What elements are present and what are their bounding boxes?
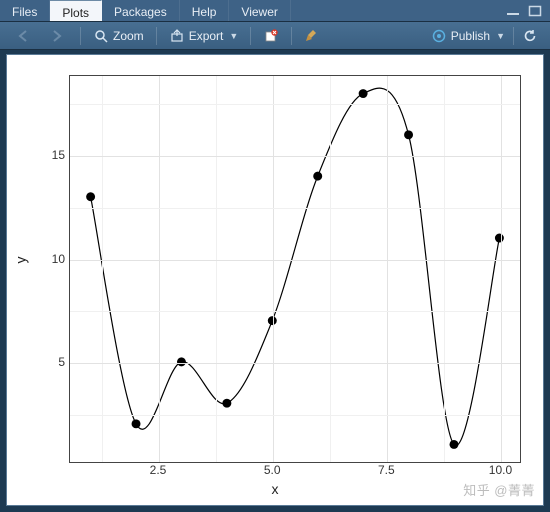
arrow-right-icon xyxy=(48,28,64,44)
zoom-icon xyxy=(93,28,109,44)
data-point xyxy=(86,192,95,201)
tab-help[interactable]: Help xyxy=(180,0,230,21)
data-point xyxy=(495,234,504,243)
y-tick-label: 5 xyxy=(45,355,65,369)
tab-packages[interactable]: Packages xyxy=(102,0,180,21)
publish-icon xyxy=(431,28,447,44)
zoom-label: Zoom xyxy=(113,29,144,43)
line-series xyxy=(91,88,500,445)
arrow-left-icon xyxy=(16,28,32,44)
y-tick-label: 15 xyxy=(45,148,65,162)
pane-tab-strip: Files Plots Packages Help Viewer xyxy=(0,0,550,22)
x-tick-label: 2.5 xyxy=(150,463,167,477)
y-axis-label: y xyxy=(17,55,24,465)
data-point xyxy=(449,440,458,449)
refresh-button[interactable] xyxy=(516,26,544,46)
plot-svg xyxy=(70,76,520,462)
export-icon xyxy=(169,28,185,44)
y-tick-label: 10 xyxy=(45,252,65,266)
back-button[interactable] xyxy=(10,26,38,46)
tab-viewer[interactable]: Viewer xyxy=(229,0,290,21)
minimize-pane-icon[interactable] xyxy=(504,4,522,18)
zoom-button[interactable]: Zoom xyxy=(87,26,150,46)
remove-plot-icon xyxy=(263,28,279,44)
refresh-icon xyxy=(522,28,538,44)
remove-plot-button[interactable] xyxy=(257,26,285,46)
x-tick-label: 10.0 xyxy=(489,463,512,477)
plot-panel xyxy=(69,75,521,463)
export-label: Export xyxy=(189,29,224,43)
chevron-down-icon: ▼ xyxy=(229,31,238,41)
plots-toolbar: Zoom Export ▼ Publish ▼ xyxy=(0,22,550,50)
export-button[interactable]: Export ▼ xyxy=(163,26,245,46)
tab-plots[interactable]: Plots xyxy=(50,0,102,21)
data-point xyxy=(177,357,186,366)
forward-button[interactable] xyxy=(42,26,70,46)
data-point xyxy=(313,172,322,181)
data-point xyxy=(404,130,413,139)
broom-icon xyxy=(304,28,320,44)
plot-frame: y x 知乎 @菁菁 2.55.07.510.051015 xyxy=(6,54,544,506)
x-axis-label: x xyxy=(7,481,543,497)
tab-files[interactable]: Files xyxy=(0,0,50,21)
data-point xyxy=(359,89,368,98)
data-point xyxy=(222,399,231,408)
publish-label: Publish xyxy=(451,29,490,43)
chevron-down-icon: ▼ xyxy=(496,31,505,41)
data-point xyxy=(132,419,141,428)
x-tick-label: 7.5 xyxy=(378,463,395,477)
publish-button[interactable]: Publish ▼ xyxy=(425,26,511,46)
x-tick-label: 5.0 xyxy=(264,463,281,477)
maximize-pane-icon[interactable] xyxy=(526,4,544,18)
clear-plots-button[interactable] xyxy=(298,26,326,46)
